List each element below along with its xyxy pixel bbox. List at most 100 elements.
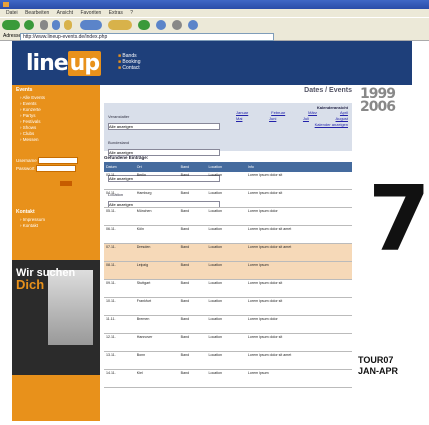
address-input[interactable]: http://www.lineup-events.de/index.php — [20, 33, 274, 41]
table-row: 03.11. Berlin Band Location Lorem ipsum dolo… — [104, 172, 352, 190]
table-cell: Hamburg — [134, 189, 179, 208]
table-cell[interactable]: Band — [178, 225, 207, 244]
banner-text: Wir suchen Dich — [16, 268, 75, 292]
table-row: 04.11. Hamburg Band Location Lorem ipsum dol… — [104, 189, 352, 208]
top-nav: Bands Booking Contact — [118, 53, 141, 71]
table-cell: Location — [206, 369, 246, 388]
table-row: 08.11. Leipzig Band Location Lorem ipsum — [104, 261, 352, 280]
column-header[interactable]: Datum — [104, 162, 135, 172]
login-button[interactable] — [60, 181, 72, 186]
column-header[interactable]: Band — [178, 162, 207, 172]
back-button[interactable] — [2, 20, 20, 30]
table-cell[interactable]: Band — [178, 297, 207, 316]
username-row: Username — [12, 157, 100, 165]
table-body: 03.11. Berlin Band Location Lorem ipsum dolo… — [104, 172, 352, 388]
menu-item[interactable]: Bearbeiten — [25, 10, 49, 16]
right-banner[interactable]: 1999 2006 7 TOUR07 JAN-APR — [356, 85, 429, 421]
table-cell: 12.11. — [104, 333, 135, 352]
table-cell[interactable]: Band — [178, 333, 207, 352]
print-icon[interactable] — [172, 20, 182, 30]
table-row: 05.11. München Band Location Lorem ipsum dol… — [104, 207, 352, 226]
column-header[interactable]: Ort — [134, 162, 179, 172]
table-cell[interactable]: Band — [178, 189, 207, 208]
username-label: Username — [16, 158, 37, 163]
password-label: Passwort — [16, 166, 35, 171]
table-row: 14.11. Kiel Band Location Lorem ipsum — [104, 369, 352, 388]
logo-main: line — [26, 51, 69, 76]
calendar-link[interactable]: Kalender anzeigen — [315, 122, 348, 128]
search-button[interactable] — [80, 20, 102, 30]
table-cell: Location — [206, 279, 246, 298]
table-cell[interactable]: Band — [178, 243, 207, 262]
month-link[interactable]: Juli — [303, 116, 309, 122]
table-cell: Location — [206, 261, 246, 280]
table-cell[interactable]: Band — [178, 279, 207, 298]
filter-panel: Veranstalter Alle anzeigen Bundesland Al… — [104, 103, 352, 208]
home-icon[interactable] — [64, 20, 72, 30]
table-cell: Stuttgart — [134, 279, 179, 298]
menu-item[interactable]: ? — [130, 10, 133, 16]
menu-item[interactable]: Datei — [6, 10, 18, 16]
table-cell: Lorem ipsum dolor sit — [245, 172, 352, 190]
address-label: Adresse — [3, 33, 22, 39]
refresh-icon[interactable] — [52, 20, 60, 30]
table-cell: Lorem ipsum dolor sit — [245, 189, 352, 208]
table-cell: 07.11. — [104, 243, 135, 262]
table-cell[interactable]: Band — [178, 261, 207, 280]
table-cell[interactable]: Band — [178, 207, 207, 226]
sidebar-item[interactable]: Kontakt — [12, 223, 100, 229]
banner-line2: Dich — [16, 277, 45, 292]
table-cell: Location — [206, 243, 246, 262]
mail-icon[interactable] — [156, 20, 166, 30]
left-sidebar: Events Alle Events Events Konzerte Party… — [12, 85, 100, 421]
favorites-button[interactable] — [108, 20, 132, 30]
tour-name: TOUR07 — [358, 355, 394, 365]
table-cell: Location — [206, 297, 246, 316]
filter-select[interactable]: Alle anzeigen — [108, 123, 220, 130]
column-header[interactable]: Info — [245, 162, 352, 172]
table-cell: Lorem ipsum dolor sit — [245, 279, 352, 298]
site-logo[interactable]: lineup — [26, 51, 102, 76]
table-cell[interactable]: Band — [178, 369, 207, 388]
column-header[interactable]: Location — [206, 162, 246, 172]
table-cell: Location — [206, 333, 246, 352]
table-cell: Location — [206, 225, 246, 244]
month-link[interactable]: März — [308, 110, 317, 116]
table-cell: 10.11. — [104, 297, 135, 316]
tour-poster: 7 — [360, 165, 429, 325]
password-input[interactable] — [35, 165, 76, 173]
table-cell[interactable]: Band — [178, 172, 207, 190]
month-link[interactable]: Juni — [269, 116, 276, 122]
menu-item[interactable]: Extras — [109, 10, 123, 16]
table-cell: Lorem ipsum dolor sit amet — [245, 243, 352, 262]
edit-icon[interactable] — [188, 20, 198, 30]
forward-button[interactable] — [24, 20, 34, 30]
table-cell[interactable]: Band — [178, 351, 207, 370]
table-cell: Bonn — [134, 351, 179, 370]
table-cell: München — [134, 207, 179, 226]
nav-item[interactable]: Contact — [118, 65, 141, 71]
table-cell: Frankfurt — [134, 297, 179, 316]
table-cell[interactable]: Band — [178, 315, 207, 334]
stop-icon[interactable] — [40, 20, 48, 30]
table-row: 07.11. Dresden Band Location Lorem ipsum dol… — [104, 243, 352, 262]
table-cell: Bremen — [134, 315, 179, 334]
table-header-row: Datum Ort Band Location Info — [104, 162, 352, 172]
password-row: Passwort — [12, 165, 100, 173]
menu-item[interactable]: Ansicht — [57, 10, 73, 16]
history-icon[interactable] — [138, 20, 150, 30]
username-input[interactable] — [38, 157, 79, 165]
table-cell: Köln — [134, 225, 179, 244]
menu-item[interactable]: Favoriten — [80, 10, 101, 16]
table-cell: Lorem ipsum dolor sit — [245, 297, 352, 316]
table-row: 13.11. Bonn Band Location Lorem ipsum dolor … — [104, 351, 352, 370]
table-cell: Lorem ipsum — [245, 369, 352, 388]
recruiting-banner[interactable]: Wir suchen Dich — [12, 260, 100, 375]
table-cell: Location — [206, 315, 246, 334]
month-link[interactable]: Mai — [236, 116, 242, 122]
browser-icon — [3, 2, 9, 7]
tour-label: TOUR07 JAN-APR — [358, 355, 398, 377]
table-cell: 14.11. — [104, 369, 135, 388]
table-cell: Location — [206, 172, 246, 190]
address-bar: Adresse http://www.lineup-events.de/inde… — [0, 32, 429, 41]
